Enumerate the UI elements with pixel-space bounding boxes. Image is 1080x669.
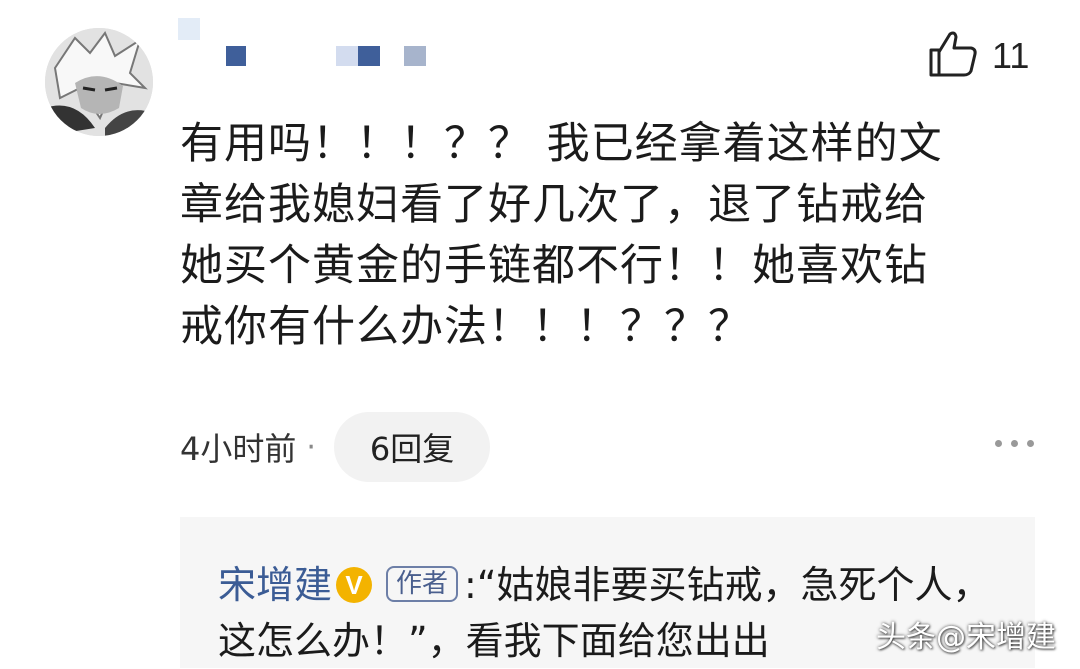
more-dots-icon[interactable] (995, 440, 1034, 447)
reply-author-name[interactable]: 宋增建 (218, 563, 332, 607)
like-button[interactable]: 11 (928, 30, 1029, 82)
comment-meta: 4小时前 · 6回复 (180, 412, 491, 482)
reply-colon: : (464, 563, 477, 607)
reply-count-button[interactable]: 6回复 (333, 412, 491, 482)
comment-time: 4小时前 (180, 430, 297, 468)
blurred-username (178, 18, 438, 70)
author-tag: 作者 (386, 565, 459, 602)
comment-text: 有用吗！！！？？ 我已经拿着这样的文 章给我媳妇看了好几次了，退了钻戒给 她买个… (180, 119, 943, 352)
thumbs-up-icon (928, 30, 978, 82)
meta-separator: · (306, 429, 316, 465)
reply-text: “姑娘非要买钻戒，急死个人，这怎么办！”，看我下面给您出出 (218, 563, 991, 663)
watermark: 头条@宋增建 (876, 620, 1056, 655)
avatar-image (45, 28, 153, 136)
user-avatar[interactable] (45, 28, 153, 136)
verified-badge-icon: V (336, 566, 373, 603)
like-count: 11 (992, 35, 1030, 76)
